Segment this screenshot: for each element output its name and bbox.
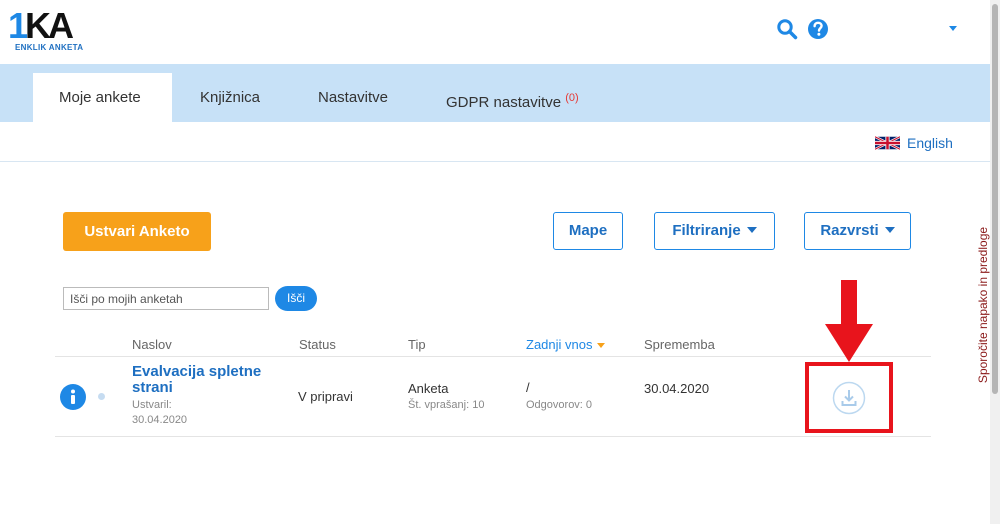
column-header-zadnji-vnos[interactable]: Zadnji vnos bbox=[526, 337, 606, 352]
table-divider bbox=[55, 436, 931, 437]
main-tabs: Moje ankete Knjižnica Nastavitve GDPR na… bbox=[0, 64, 990, 122]
survey-search-input[interactable] bbox=[63, 287, 269, 310]
chevron-down-icon bbox=[884, 227, 895, 234]
tab-nastavitve[interactable]: Nastavitve bbox=[292, 73, 414, 122]
logo-text: 1KA bbox=[8, 5, 74, 46]
search-icon[interactable] bbox=[776, 18, 798, 40]
column-header-naslov[interactable]: Naslov bbox=[132, 337, 172, 352]
search-button[interactable]: Išči bbox=[275, 286, 317, 311]
chevron-down-icon bbox=[746, 227, 757, 234]
highlight-box bbox=[805, 362, 893, 433]
folders-button[interactable]: Mape bbox=[553, 212, 623, 250]
logo-subtitle: ENKLIK ANKETA bbox=[15, 43, 84, 52]
created-date: 30.04.2020 bbox=[132, 414, 188, 426]
1ka-logo[interactable]: 1KA ENKLIK ANKETA bbox=[8, 8, 84, 54]
tab-gdpr-nastavitve[interactable]: GDPR nastavitve (0) bbox=[420, 73, 605, 122]
column-header-tip[interactable]: Tip bbox=[408, 337, 426, 352]
top-header: 1KA ENKLIK ANKETA bbox=[0, 0, 990, 64]
help-icon[interactable] bbox=[807, 18, 829, 40]
column-header-status[interactable]: Status bbox=[299, 337, 336, 352]
question-count: Št. vprašanj: 10 bbox=[408, 399, 485, 411]
sort-desc-icon bbox=[597, 343, 606, 349]
language-link[interactable]: English bbox=[907, 135, 953, 151]
uk-flag-icon[interactable] bbox=[875, 136, 900, 150]
gdpr-badge: (0) bbox=[565, 92, 579, 104]
tab-knjiznica[interactable]: Knjižnica bbox=[174, 73, 286, 122]
status-dot bbox=[98, 393, 105, 400]
answer-count: Odgovorov: 0 bbox=[526, 399, 593, 411]
survey-status: V pripravi bbox=[298, 389, 353, 404]
language-bar: English bbox=[0, 122, 990, 162]
tab-moje-ankete[interactable]: Moje ankete bbox=[33, 73, 172, 122]
table-divider bbox=[55, 356, 931, 357]
user-menu-chevron-down-icon[interactable] bbox=[949, 26, 957, 31]
create-survey-button[interactable]: Ustvari Anketo bbox=[63, 212, 211, 251]
scrollbar-thumb[interactable] bbox=[992, 4, 998, 394]
survey-type: Anketa bbox=[408, 381, 449, 396]
created-by-label: Ustvaril: bbox=[132, 399, 172, 411]
column-header-sprememba[interactable]: Sprememba bbox=[644, 337, 715, 352]
changed-date: 30.04.2020 bbox=[644, 381, 710, 396]
sort-button[interactable]: Razvrsti bbox=[804, 212, 911, 250]
info-icon[interactable] bbox=[60, 384, 86, 410]
filter-button[interactable]: Filtriranje bbox=[654, 212, 775, 250]
survey-title-link[interactable]: Evalvacija spletne strani bbox=[132, 364, 282, 396]
last-entry: / bbox=[526, 380, 530, 395]
red-arrow-down-icon bbox=[825, 280, 873, 362]
